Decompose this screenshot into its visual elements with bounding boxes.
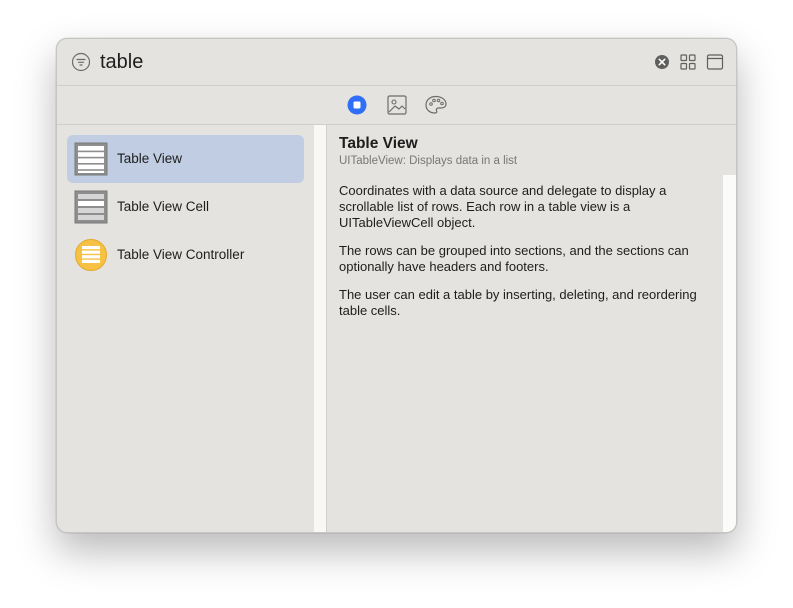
detail-paragraph: The rows can be grouped into sections, a… (339, 243, 689, 274)
palette-icon[interactable] (424, 94, 448, 116)
grid-view-icon[interactable] (679, 53, 697, 71)
detail-subtitle: UITableView: Displays data in a list (339, 155, 518, 167)
table-view-icon (74, 142, 108, 176)
image-icon[interactable] (385, 94, 409, 116)
detail-description: Coordinates with a data source and deleg… (339, 183, 699, 331)
objects-icon[interactable] (345, 94, 369, 116)
search-bar: table (57, 39, 736, 85)
split-view-divider[interactable] (314, 125, 327, 532)
list-item-table-view-cell[interactable]: Table View Cell (67, 183, 304, 231)
list-item-table-view-controller[interactable]: Table View Controller (67, 231, 304, 279)
search-input[interactable]: table (100, 49, 143, 75)
filter-icon[interactable] (71, 52, 91, 72)
list-item-label: Table View Cell (117, 199, 210, 214)
clear-search-icon[interactable] (654, 54, 670, 70)
detail-panel: Table View UITableView: Displays data in… (328, 125, 736, 532)
detail-paragraph: Coordinates with a data source and deleg… (339, 183, 667, 230)
detail-scrollbar[interactable] (723, 175, 736, 532)
detail-paragraph: The user can edit a table by inserting, … (339, 287, 697, 318)
library-window: table Table View Table View Cell Table V… (56, 38, 737, 533)
list-item-table-view[interactable]: Table View (67, 135, 304, 183)
library-list: Table View Table View Cell Table View Co… (57, 125, 313, 532)
table-view-controller-icon (75, 239, 107, 271)
list-item-label: Table View Controller (117, 247, 245, 262)
library-tab-bar (57, 86, 736, 124)
detail-title: Table View (339, 135, 418, 152)
window-icon[interactable] (706, 53, 724, 71)
list-item-label: Table View (117, 151, 183, 166)
table-view-cell-icon (74, 190, 108, 224)
